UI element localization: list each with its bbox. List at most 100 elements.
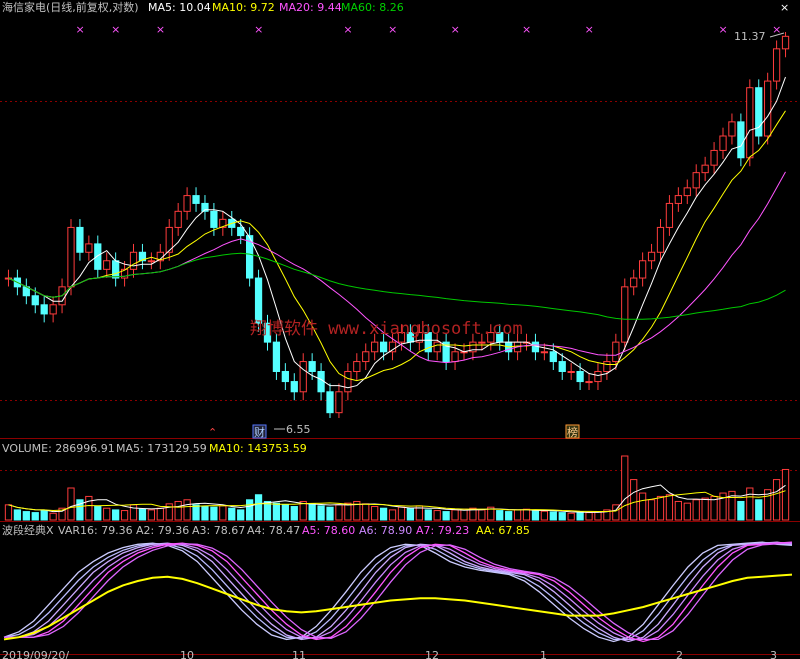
indicator-name: 波段经典X — [2, 523, 54, 537]
ma5-legend: MA5: 10.04 — [148, 1, 211, 14]
a7-legend: A7: 79.23 — [416, 524, 469, 537]
volume-bar-up — [156, 507, 164, 521]
volume-bar-down — [201, 506, 209, 521]
candle-up — [638, 260, 647, 279]
high-price-label: 11.37 — [734, 30, 766, 43]
signal-marker: × — [254, 23, 263, 36]
close-icon[interactable]: × — [780, 1, 789, 14]
volume-bar-down — [549, 511, 557, 521]
volume-bar-up — [433, 510, 441, 521]
volume-bar-up — [67, 487, 75, 521]
volume-bar-down — [22, 511, 30, 521]
candle-up — [183, 195, 191, 212]
volume-bar-up — [397, 506, 406, 521]
volume-bar-up — [772, 479, 781, 521]
candle-down — [755, 87, 763, 137]
a2-legend: A2: 79.36 — [136, 524, 189, 537]
volume-bar-up — [219, 505, 227, 521]
candlestick-series — [4, 32, 790, 418]
volume-bar-up — [701, 497, 709, 521]
volume-bars — [4, 455, 790, 521]
volume-bar-up — [147, 509, 156, 521]
volume-bar-down — [13, 509, 22, 521]
volume-bar-up — [120, 510, 129, 521]
stock-chart: 翔博软件 www.xiangbosoft.com 海信家电(日线,前复权,对数)… — [0, 0, 800, 659]
candle-up — [621, 286, 629, 343]
candle-up — [701, 164, 709, 174]
volume-bar-up — [103, 507, 111, 521]
volume-bar-down — [31, 512, 39, 521]
candle-down — [326, 391, 334, 414]
candle-up — [353, 361, 361, 372]
volume-bar-down — [317, 505, 325, 521]
candle-up — [299, 361, 307, 393]
candle-down — [549, 351, 557, 363]
candle-up — [451, 351, 459, 363]
low-price-label: 6.55 — [286, 423, 311, 436]
volume-bar-up — [388, 509, 397, 521]
volume-bar-up — [85, 495, 93, 521]
candle-down — [112, 260, 120, 279]
a5-legend: A5: 78.60 — [302, 524, 355, 537]
candle-up — [746, 87, 754, 159]
volume-bar-up — [522, 508, 531, 521]
signal-marker: × — [111, 23, 120, 36]
candle-up — [612, 341, 620, 363]
volume-bar-up — [647, 499, 656, 521]
x-tick-label: 1 — [540, 649, 547, 659]
candle-down — [237, 226, 245, 237]
candle-up — [147, 260, 156, 263]
signal-marker: × — [75, 23, 84, 36]
x-tick-label: 3 — [770, 649, 777, 659]
candle-up — [594, 370, 602, 383]
var16-legend: VAR16: 79.36 — [58, 524, 133, 537]
candle-up — [49, 304, 57, 315]
candle-up — [344, 370, 352, 393]
candle-up — [647, 251, 656, 262]
candle-up — [371, 341, 379, 353]
candle-up — [478, 341, 486, 344]
candle-up — [335, 391, 343, 414]
volume-bar-down — [245, 499, 254, 521]
panel1-title: 海信家电(日线,前复权,对数) — [2, 0, 139, 14]
volume-bar-up — [594, 511, 602, 521]
volume-bar-up — [513, 509, 522, 521]
volume-bar-up — [335, 504, 343, 521]
candle-up — [719, 135, 727, 151]
volume-bar-up — [746, 487, 754, 521]
volume-bar-down — [290, 506, 298, 521]
volume-bar-up — [585, 512, 593, 521]
x-tick-label: 2 — [676, 649, 683, 659]
candle-down — [31, 295, 39, 306]
volume-bar-down — [576, 511, 584, 521]
volume-bar-up — [4, 504, 13, 521]
ma10-legend: MA10: 9.72 — [212, 1, 275, 14]
volume-bar-down — [379, 507, 388, 521]
volume-bar-down — [94, 506, 102, 521]
volume-bar-down — [210, 506, 218, 521]
vol-ma5-legend: MA5: 173129.59 — [116, 442, 207, 455]
volume-bar-down — [558, 512, 566, 521]
watermark: 翔博软件 www.xiangbosoft.com — [250, 319, 523, 339]
volume-bar-up — [371, 506, 379, 521]
candle-up — [764, 80, 772, 137]
candle-down — [379, 341, 388, 353]
candle-up — [433, 341, 441, 353]
candle-down — [254, 277, 263, 324]
x-tick-label: 12 — [425, 649, 439, 659]
volume-bar-up — [362, 503, 370, 521]
volume-bar-down — [272, 502, 281, 521]
volume-bar-up — [692, 499, 700, 521]
candle-up — [85, 243, 93, 253]
candle-up — [674, 195, 682, 204]
candle-down — [192, 195, 200, 204]
candle-down — [576, 370, 584, 383]
candle-up — [630, 277, 638, 288]
candle-up — [665, 202, 674, 228]
candle-down — [281, 370, 289, 383]
candle-up — [585, 381, 593, 384]
volume-bar-up — [451, 509, 459, 521]
finance-badge-label: 财 — [254, 425, 265, 439]
candle-down — [76, 226, 84, 253]
vol-ma10-legend: MA10: 143753.59 — [209, 442, 307, 455]
